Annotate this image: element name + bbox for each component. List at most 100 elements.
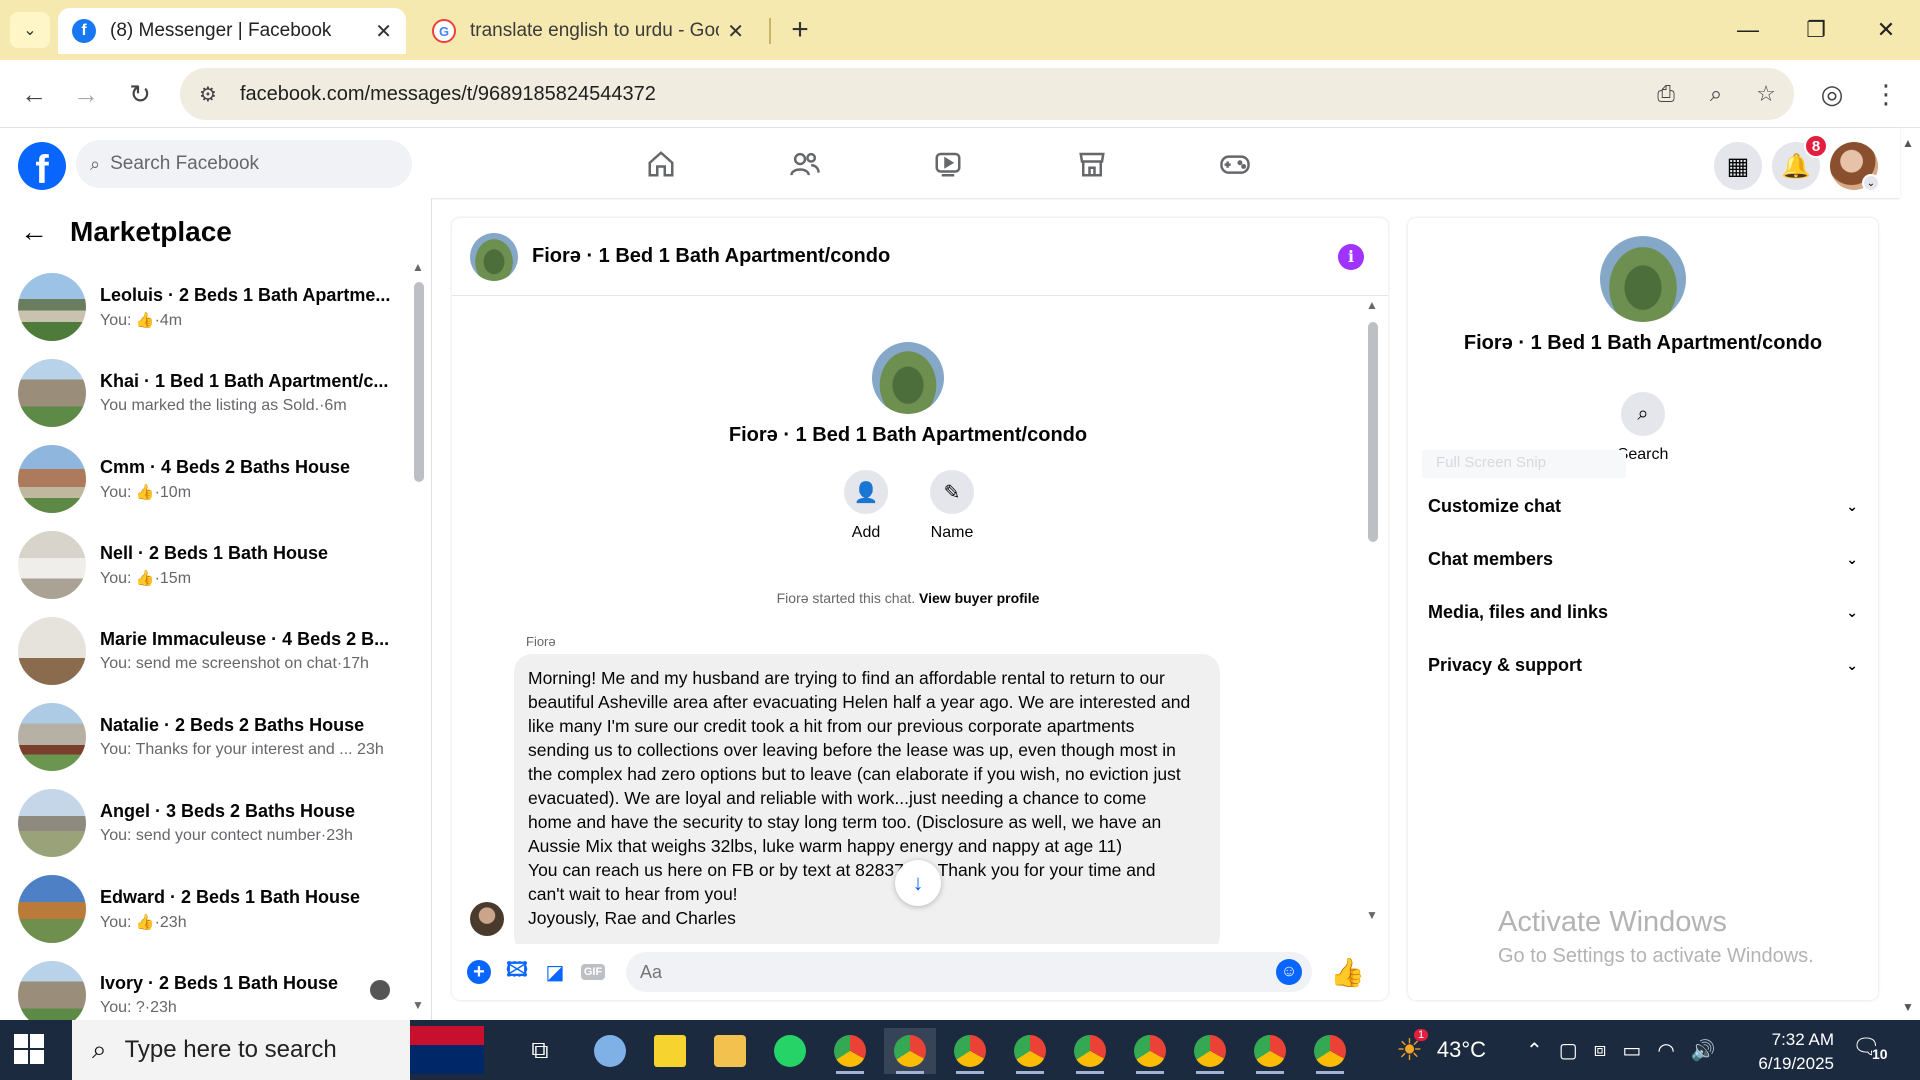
menu-grid-button[interactable]: ▦: [1714, 142, 1762, 190]
facebook-search-input[interactable]: [110, 153, 371, 175]
customize-chat-section[interactable]: Customize chat ⌄: [1428, 486, 1858, 526]
gif-button[interactable]: GIF: [574, 953, 612, 991]
facebook-search[interactable]: ⌕: [76, 140, 412, 188]
browser-menu-icon[interactable]: ⋮: [1866, 74, 1906, 114]
tab-search-button[interactable]: ⌄: [10, 12, 50, 48]
thumbs-up-send-icon[interactable]: 👍: [1330, 956, 1365, 989]
wifi-icon[interactable]: ◠: [1657, 1038, 1674, 1063]
chat-title[interactable]: Fiorə · 1 Bed 1 Bath Apartment/condo: [532, 245, 1338, 268]
windows-start-icon[interactable]: [14, 1034, 44, 1064]
conversation-item[interactable]: Ivory · 2 Beds 1 Bath House You: ?·23h: [0, 952, 412, 1020]
taskbar-app-chrome-profile[interactable]: [1124, 1028, 1176, 1074]
scroll-to-bottom-button[interactable]: ↓: [895, 860, 941, 906]
sidebar-scrollbar[interactable]: [414, 282, 424, 482]
section-label: Media, files and links: [1428, 601, 1609, 622]
privacy-support-section[interactable]: Privacy & support ⌄: [1428, 645, 1858, 685]
scroll-down-arrow-icon[interactable]: ▼: [1366, 908, 1378, 922]
site-info-icon[interactable]: ⚙: [188, 74, 228, 114]
url-text[interactable]: facebook.com/messages/t/9689185824544372: [240, 83, 1644, 106]
nav-home[interactable]: [611, 138, 711, 190]
scroll-up-arrow-icon[interactable]: ▲: [1366, 298, 1378, 312]
conversation-item[interactable]: Edward · 2 Beds 1 Bath House You: 👍·23h: [0, 866, 412, 952]
nav-friends[interactable]: [755, 138, 855, 190]
taskbar-clock[interactable]: 7:32 AM 6/19/2025: [1724, 1028, 1834, 1076]
taskbar-app-chrome-profile[interactable]: [1244, 1028, 1296, 1074]
volume-icon[interactable]: 🔊: [1691, 1038, 1716, 1063]
forward-button[interactable]: →: [66, 74, 106, 114]
taskbar-app-whatsapp[interactable]: [764, 1028, 816, 1074]
browser-profile-icon[interactable]: ◎: [1812, 74, 1852, 114]
conversation-item[interactable]: Nell · 2 Beds 1 Bath House You: 👍·15m: [0, 522, 412, 608]
zoom-icon[interactable]: ⌕: [1694, 72, 1738, 116]
page-scroll-up-icon[interactable]: ▲: [1902, 136, 1914, 150]
name-button[interactable]: ✎ Name: [922, 470, 982, 542]
nav-video[interactable]: [898, 138, 998, 190]
new-tab-button[interactable]: +: [782, 12, 818, 48]
chat-header: Fiorə · 1 Bed 1 Bath Apartment/condo i: [452, 218, 1388, 296]
close-window-button[interactable]: ✕: [1852, 0, 1920, 60]
taskbar-app-chrome-profile[interactable]: [1004, 1028, 1056, 1074]
conversation-item[interactable]: Natalie · 2 Beds 2 Baths House You: Than…: [0, 694, 412, 780]
notification-center-button[interactable]: 🗨 10: [1852, 1034, 1892, 1068]
display-icon[interactable]: ⧈: [1594, 1039, 1607, 1062]
nav-gaming[interactable]: [1185, 138, 1285, 190]
back-button[interactable]: ←: [14, 74, 54, 114]
address-bar[interactable]: ⚙ facebook.com/messages/t/96891858245443…: [180, 68, 1794, 120]
close-tab-icon[interactable]: ✕: [375, 19, 392, 44]
taskbar-app-chrome-profile[interactable]: [1064, 1028, 1116, 1074]
attach-photo-button[interactable]: 🖾: [498, 953, 536, 991]
bookmark-star-icon[interactable]: ☆: [1744, 72, 1788, 116]
chevron-down-icon: ⌄: [1846, 656, 1858, 673]
conversation-item[interactable]: Khai · 1 Bed 1 Bath Apartment/c... You m…: [0, 350, 412, 436]
chat-avatar[interactable]: [470, 232, 518, 281]
view-buyer-profile-link[interactable]: View buyer profile: [919, 590, 1039, 606]
account-avatar[interactable]: ⌄: [1830, 142, 1880, 192]
sticky-notes-icon: [654, 1035, 686, 1067]
taskbar-app-chrome-profile[interactable]: [1304, 1028, 1356, 1074]
chat-scrollbar[interactable]: [1368, 322, 1378, 542]
chat-members-section[interactable]: Chat members ⌄: [1428, 539, 1858, 579]
media-files-links-section[interactable]: Media, files and links ⌄: [1428, 592, 1858, 632]
taskbar-app-chrome-profile[interactable]: [884, 1028, 936, 1074]
message-input[interactable]: [640, 961, 1276, 983]
conversation-item[interactable]: Cmm · 4 Beds 2 Baths House You: 👍·10m: [0, 436, 412, 522]
add-button[interactable]: 👤 Add: [836, 470, 896, 542]
emoji-icon[interactable]: ☺: [1276, 959, 1302, 985]
taskbar-app-chrome-profile[interactable]: [1184, 1028, 1236, 1074]
listing-thumbnail: [18, 789, 86, 857]
taskbar-app-explorer[interactable]: [704, 1028, 756, 1074]
section-label: Chat members: [1428, 548, 1554, 569]
facebook-logo-icon[interactable]: f: [18, 142, 66, 190]
search-highlight-image[interactable]: [410, 1026, 484, 1074]
install-app-icon[interactable]: ⎙: [1644, 72, 1688, 116]
tab-google-translate[interactable]: G translate english to urdu - Goo ✕: [418, 8, 758, 54]
reload-button[interactable]: ↻: [120, 74, 160, 114]
preview-text: You: Thanks for your interest and ...: [100, 741, 353, 758]
taskbar-search[interactable]: ⌕ Type here to search: [72, 1020, 410, 1080]
nav-marketplace[interactable]: [1042, 138, 1142, 190]
info-icon[interactable]: i: [1338, 243, 1364, 270]
page-scroll-down-icon[interactable]: ▼: [1902, 1000, 1914, 1014]
close-tab-icon[interactable]: ✕: [727, 19, 744, 44]
restore-button[interactable]: ❐: [1782, 0, 1850, 60]
conversation-item[interactable]: Marie Immaculeuse · 4 Beds 2 B... You: s…: [0, 608, 412, 694]
scroll-down-arrow-icon[interactable]: ▼: [412, 998, 424, 1012]
battery-icon[interactable]: ▭: [1622, 1038, 1641, 1063]
taskbar-app-chrome-profile[interactable]: [944, 1028, 996, 1074]
listing-thumbnail: [18, 273, 86, 341]
sticker-button[interactable]: ◪: [536, 953, 574, 991]
conversation-item[interactable]: Angel · 3 Beds 2 Baths House You: send y…: [0, 780, 412, 866]
taskbar-app-chrome[interactable]: [824, 1028, 876, 1074]
chevron-up-icon[interactable]: ⌃: [1526, 1038, 1543, 1063]
conversation-item[interactable]: Leoluis · 2 Beds 1 Bath Apartme... You: …: [0, 264, 412, 350]
weather-widget[interactable]: ☀ 1 43°C: [1396, 1020, 1486, 1080]
scroll-up-arrow-icon[interactable]: ▲: [412, 260, 424, 274]
tab-messenger[interactable]: f (8) Messenger | Facebook ✕: [58, 8, 406, 54]
taskbar-app-snip[interactable]: [584, 1028, 636, 1074]
back-arrow-icon[interactable]: ←: [20, 216, 48, 248]
more-actions-button[interactable]: +: [460, 953, 498, 991]
minimize-button[interactable]: —: [1714, 0, 1782, 60]
taskbar-app-notes[interactable]: [644, 1028, 696, 1074]
task-view-button[interactable]: ⧉: [514, 1028, 566, 1074]
meet-icon[interactable]: ▢: [1559, 1038, 1578, 1063]
